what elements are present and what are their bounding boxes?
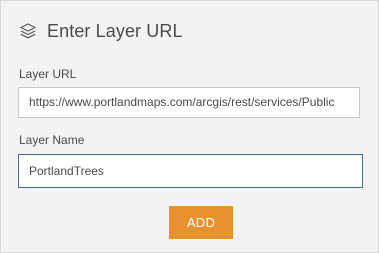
- layer-url-label: Layer URL: [19, 67, 77, 81]
- layer-name-label: Layer Name: [19, 133, 85, 147]
- panel-header: Enter Layer URL: [19, 19, 183, 43]
- panel-title: Enter Layer URL: [47, 20, 183, 41]
- layer-url-input[interactable]: https://www.portlandmaps.com/arcgis/rest…: [18, 87, 360, 118]
- add-button[interactable]: ADD: [169, 206, 233, 239]
- layer-name-input[interactable]: PortlandTrees: [18, 154, 363, 188]
- enter-layer-url-panel: Enter Layer URL Layer URL https://www.po…: [0, 0, 379, 253]
- layers-icon: [19, 22, 37, 40]
